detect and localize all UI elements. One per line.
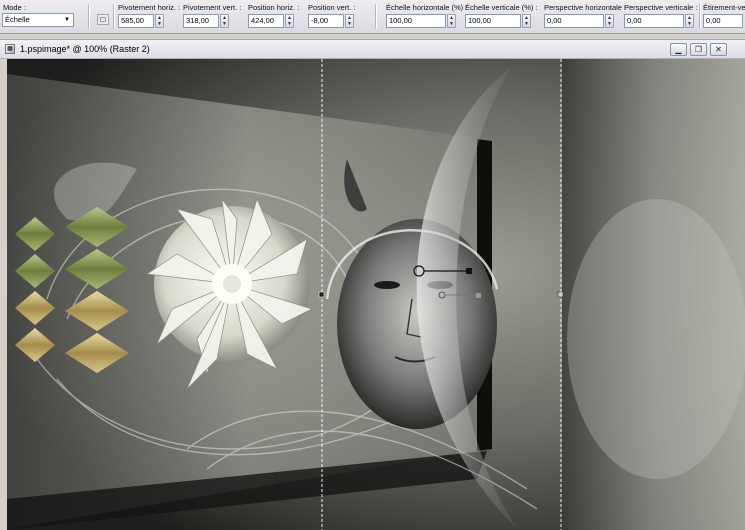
pivot-vert-input[interactable]: 318,00 <box>183 14 219 28</box>
perspective-horiz-spinner[interactable]: ▲ ▼ <box>605 14 614 28</box>
toolbar-separator <box>113 4 115 29</box>
pivot-horiz-label: Pivotement horiz. : <box>118 3 181 12</box>
canvas-artwork <box>7 59 745 530</box>
pivot-vert-label: Pivotement vert. : <box>183 3 242 12</box>
position-horiz-field: Position horiz. : 424,00 ▲ ▼ <box>248 3 300 28</box>
spin-down-icon: ▼ <box>222 21 227 27</box>
toolbar-separator <box>375 4 377 29</box>
pivot-vert-spinner[interactable]: ▲ ▼ <box>220 14 229 28</box>
document-window: ▦ 1.pspimage* @ 100% (Raster 2) ▁ ❐ ✕ <box>0 39 745 530</box>
perspective-vert-label: Perspective verticale : <box>624 3 698 12</box>
perspective-horiz-field: Perspective horizontale : 0,00 ▲ ▼ <box>544 3 627 28</box>
spin-down-icon: ▼ <box>687 21 692 27</box>
mode-label: Mode : <box>3 3 26 12</box>
spin-down-icon: ▼ <box>607 21 612 27</box>
spin-down-icon: ▼ <box>287 21 292 27</box>
perspective-vert-field: Perspective verticale : 0,00 ▲ ▼ <box>624 3 698 28</box>
mode-value: Échelle <box>5 15 30 24</box>
scale-horiz-field: Échelle horizontale (%) : 100,00 ▲ ▼ <box>386 3 468 28</box>
document-icon: ▦ <box>5 44 15 54</box>
scale-vert-input[interactable]: 100,00 <box>465 14 521 28</box>
tool-options-bar: Mode : Échelle ▼ Pivotement horiz. : 585… <box>0 0 745 34</box>
dropdown-arrow-icon: ▼ <box>64 17 70 23</box>
left-edge-handle[interactable] <box>318 291 325 298</box>
position-vert-label: Position vert. : <box>308 3 356 12</box>
scale-horiz-input[interactable]: 100,00 <box>386 14 446 28</box>
scale-vert-field: Échelle verticale (%) : 100,00 ▲ ▼ <box>465 3 538 28</box>
mode-field: Mode : <box>3 3 26 12</box>
mode-dropdown[interactable]: Échelle ▼ <box>2 13 74 27</box>
minimize-button[interactable]: ▁ <box>670 43 687 56</box>
position-vert-field: Position vert. : -8,00 ▲ ▼ <box>308 3 356 28</box>
spin-down-icon: ▼ <box>347 21 352 27</box>
pivot-horiz-spinner[interactable]: ▲ ▼ <box>155 14 164 28</box>
position-horiz-spinner[interactable]: ▲ ▼ <box>285 14 294 28</box>
scale-vert-spinner[interactable]: ▲ ▼ <box>522 14 531 28</box>
image-canvas[interactable] <box>7 59 745 530</box>
close-button[interactable]: ✕ <box>710 43 727 56</box>
scale-horiz-spinner[interactable]: ▲ ▼ <box>447 14 456 28</box>
position-horiz-input[interactable]: 424,00 <box>248 14 284 28</box>
pivot-vert-field: Pivotement vert. : 318,00 ▲ ▼ <box>183 3 242 28</box>
toolbar-separator <box>699 4 701 29</box>
spin-down-icon: ▼ <box>449 21 454 27</box>
restore-button[interactable]: ❐ <box>690 43 707 56</box>
pivot-horiz-field: Pivotement horiz. : 585,00 ▲ ▼ <box>118 3 181 28</box>
perspective-horiz-label: Perspective horizontale : <box>544 3 627 12</box>
position-vert-input[interactable]: -8,00 <box>308 14 344 28</box>
spin-down-icon: ▼ <box>157 21 162 27</box>
perspective-horiz-input[interactable]: 0,00 <box>544 14 604 28</box>
position-horiz-label: Position horiz. : <box>248 3 300 12</box>
document-titlebar[interactable]: ▦ 1.pspimage* @ 100% (Raster 2) ▁ ❐ ✕ <box>0 40 745 59</box>
reset-icon <box>100 17 106 22</box>
document-title: 1.pspimage* @ 100% (Raster 2) <box>20 44 150 54</box>
stretch-vert-field: Étirement-vert 0,00 <box>703 3 745 28</box>
pivot-horiz-input[interactable]: 585,00 <box>118 14 154 28</box>
scale-vert-label: Échelle verticale (%) : <box>465 3 538 12</box>
reset-button[interactable] <box>97 14 109 25</box>
perspective-vert-spinner[interactable]: ▲ ▼ <box>685 14 694 28</box>
right-edge-handle[interactable] <box>557 291 564 298</box>
perspective-vert-input[interactable]: 0,00 <box>624 14 684 28</box>
toolbar-separator <box>88 4 90 29</box>
stretch-vert-input[interactable]: 0,00 <box>703 14 743 28</box>
position-vert-spinner[interactable]: ▲ ▼ <box>345 14 354 28</box>
stretch-vert-label: Étirement-vert <box>703 3 745 12</box>
scale-horiz-label: Échelle horizontale (%) : <box>386 3 468 12</box>
spin-down-icon: ▼ <box>524 21 529 27</box>
